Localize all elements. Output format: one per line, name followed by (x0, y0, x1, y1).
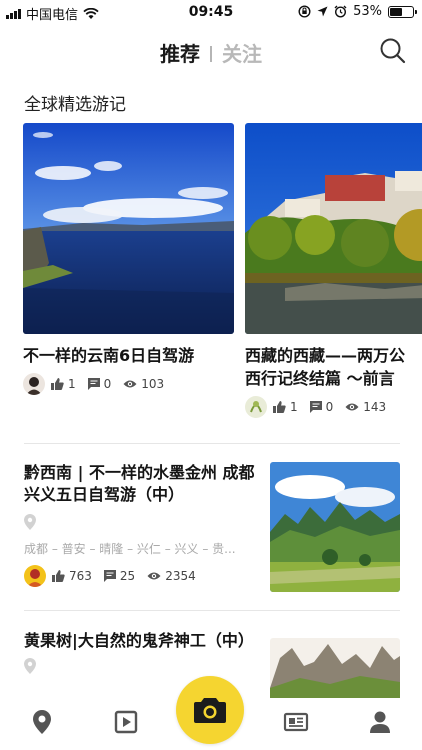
card-image-potala[interactable] (245, 123, 422, 334)
nav-video[interactable] (112, 708, 140, 736)
list-item-title[interactable]: 黄果树|大自然的鬼斧神工（中） (24, 630, 256, 652)
list-item-title[interactable]: 黔西南 | 不一样的水墨金州 成都兴义五日自驾游（中） (24, 462, 256, 506)
avatar[interactable] (245, 396, 267, 418)
thumbs-up-icon (51, 378, 64, 390)
feed-tabs: 推荐 关注 (0, 38, 422, 67)
camera-icon (194, 698, 226, 723)
video-icon (114, 710, 138, 734)
eye-icon (123, 380, 137, 388)
nav-profile[interactable] (366, 708, 394, 736)
like-count: 763 (52, 569, 92, 583)
battery-percent: 53% (353, 4, 382, 19)
search-icon (380, 38, 406, 64)
comment-count: 25 (103, 569, 135, 583)
view-count: 143 (345, 400, 386, 414)
comment-count: 0 (87, 377, 111, 391)
divider (24, 610, 400, 611)
news-icon (283, 712, 309, 732)
comment-count: 0 (309, 400, 333, 414)
location-pin-icon (24, 658, 36, 674)
card-image-lake[interactable] (23, 123, 234, 334)
card-title[interactable]: 西藏的西藏——两万公 西行记终结篇 ～前言 (245, 344, 422, 390)
battery-icon (388, 5, 417, 18)
featured-card[interactable]: 不一样的云南6日自驾游 1 0 103 (23, 123, 234, 395)
card-title[interactable]: 不一样的云南6日自驾游 (23, 344, 234, 367)
nav-location[interactable] (28, 708, 56, 736)
tab-recommend[interactable]: 推荐 (160, 42, 200, 66)
rotation-lock-icon (298, 5, 311, 18)
top-header: 推荐 关注 (0, 36, 422, 72)
comment-icon (309, 401, 322, 413)
status-bar: 中国电信 09:45 53% (0, 0, 422, 24)
view-count: 2354 (147, 569, 196, 583)
location-icon (33, 710, 51, 734)
eye-icon (147, 572, 161, 580)
location-pin-icon (24, 514, 36, 530)
comment-icon (87, 378, 100, 390)
like-count: 1 (51, 377, 76, 391)
tab-follow[interactable]: 关注 (222, 42, 262, 66)
thumbs-up-icon (52, 570, 65, 582)
avatar[interactable] (24, 565, 46, 587)
nav-news[interactable] (282, 708, 310, 736)
like-count: 1 (273, 400, 298, 414)
divider (24, 443, 400, 444)
tab-divider (210, 46, 212, 62)
section-title: 全球精选游记 (24, 95, 126, 115)
alarm-icon (334, 5, 347, 18)
list-item[interactable]: 黔西南 | 不一样的水墨金州 成都兴义五日自驾游（中） 成都 – 普安 – 晴隆… (24, 462, 400, 594)
eye-icon (345, 403, 359, 411)
view-count: 103 (123, 377, 164, 391)
list-item-image[interactable] (270, 462, 400, 592)
thumbs-up-icon (273, 401, 286, 413)
comment-icon (103, 570, 116, 582)
featured-carousel[interactable]: 不一样的云南6日自驾游 1 0 103 西藏的西藏——两万公 西行记终结篇 ～前… (23, 123, 422, 428)
avatar[interactable] (23, 373, 45, 395)
search-button[interactable] (378, 36, 408, 66)
list-item-image[interactable] (270, 638, 400, 700)
profile-icon (370, 711, 390, 733)
list-item-route: 成都 – 普安 – 晴隆 – 兴仁 – 兴义 – 贵... (24, 542, 236, 556)
camera-button[interactable] (176, 676, 244, 744)
featured-card[interactable]: 西藏的西藏——两万公 西行记终结篇 ～前言 1 0 143 (245, 123, 422, 418)
location-arrow-icon (317, 6, 328, 17)
card-meta: 1 0 143 (245, 396, 422, 418)
card-meta: 1 0 103 (23, 373, 234, 395)
